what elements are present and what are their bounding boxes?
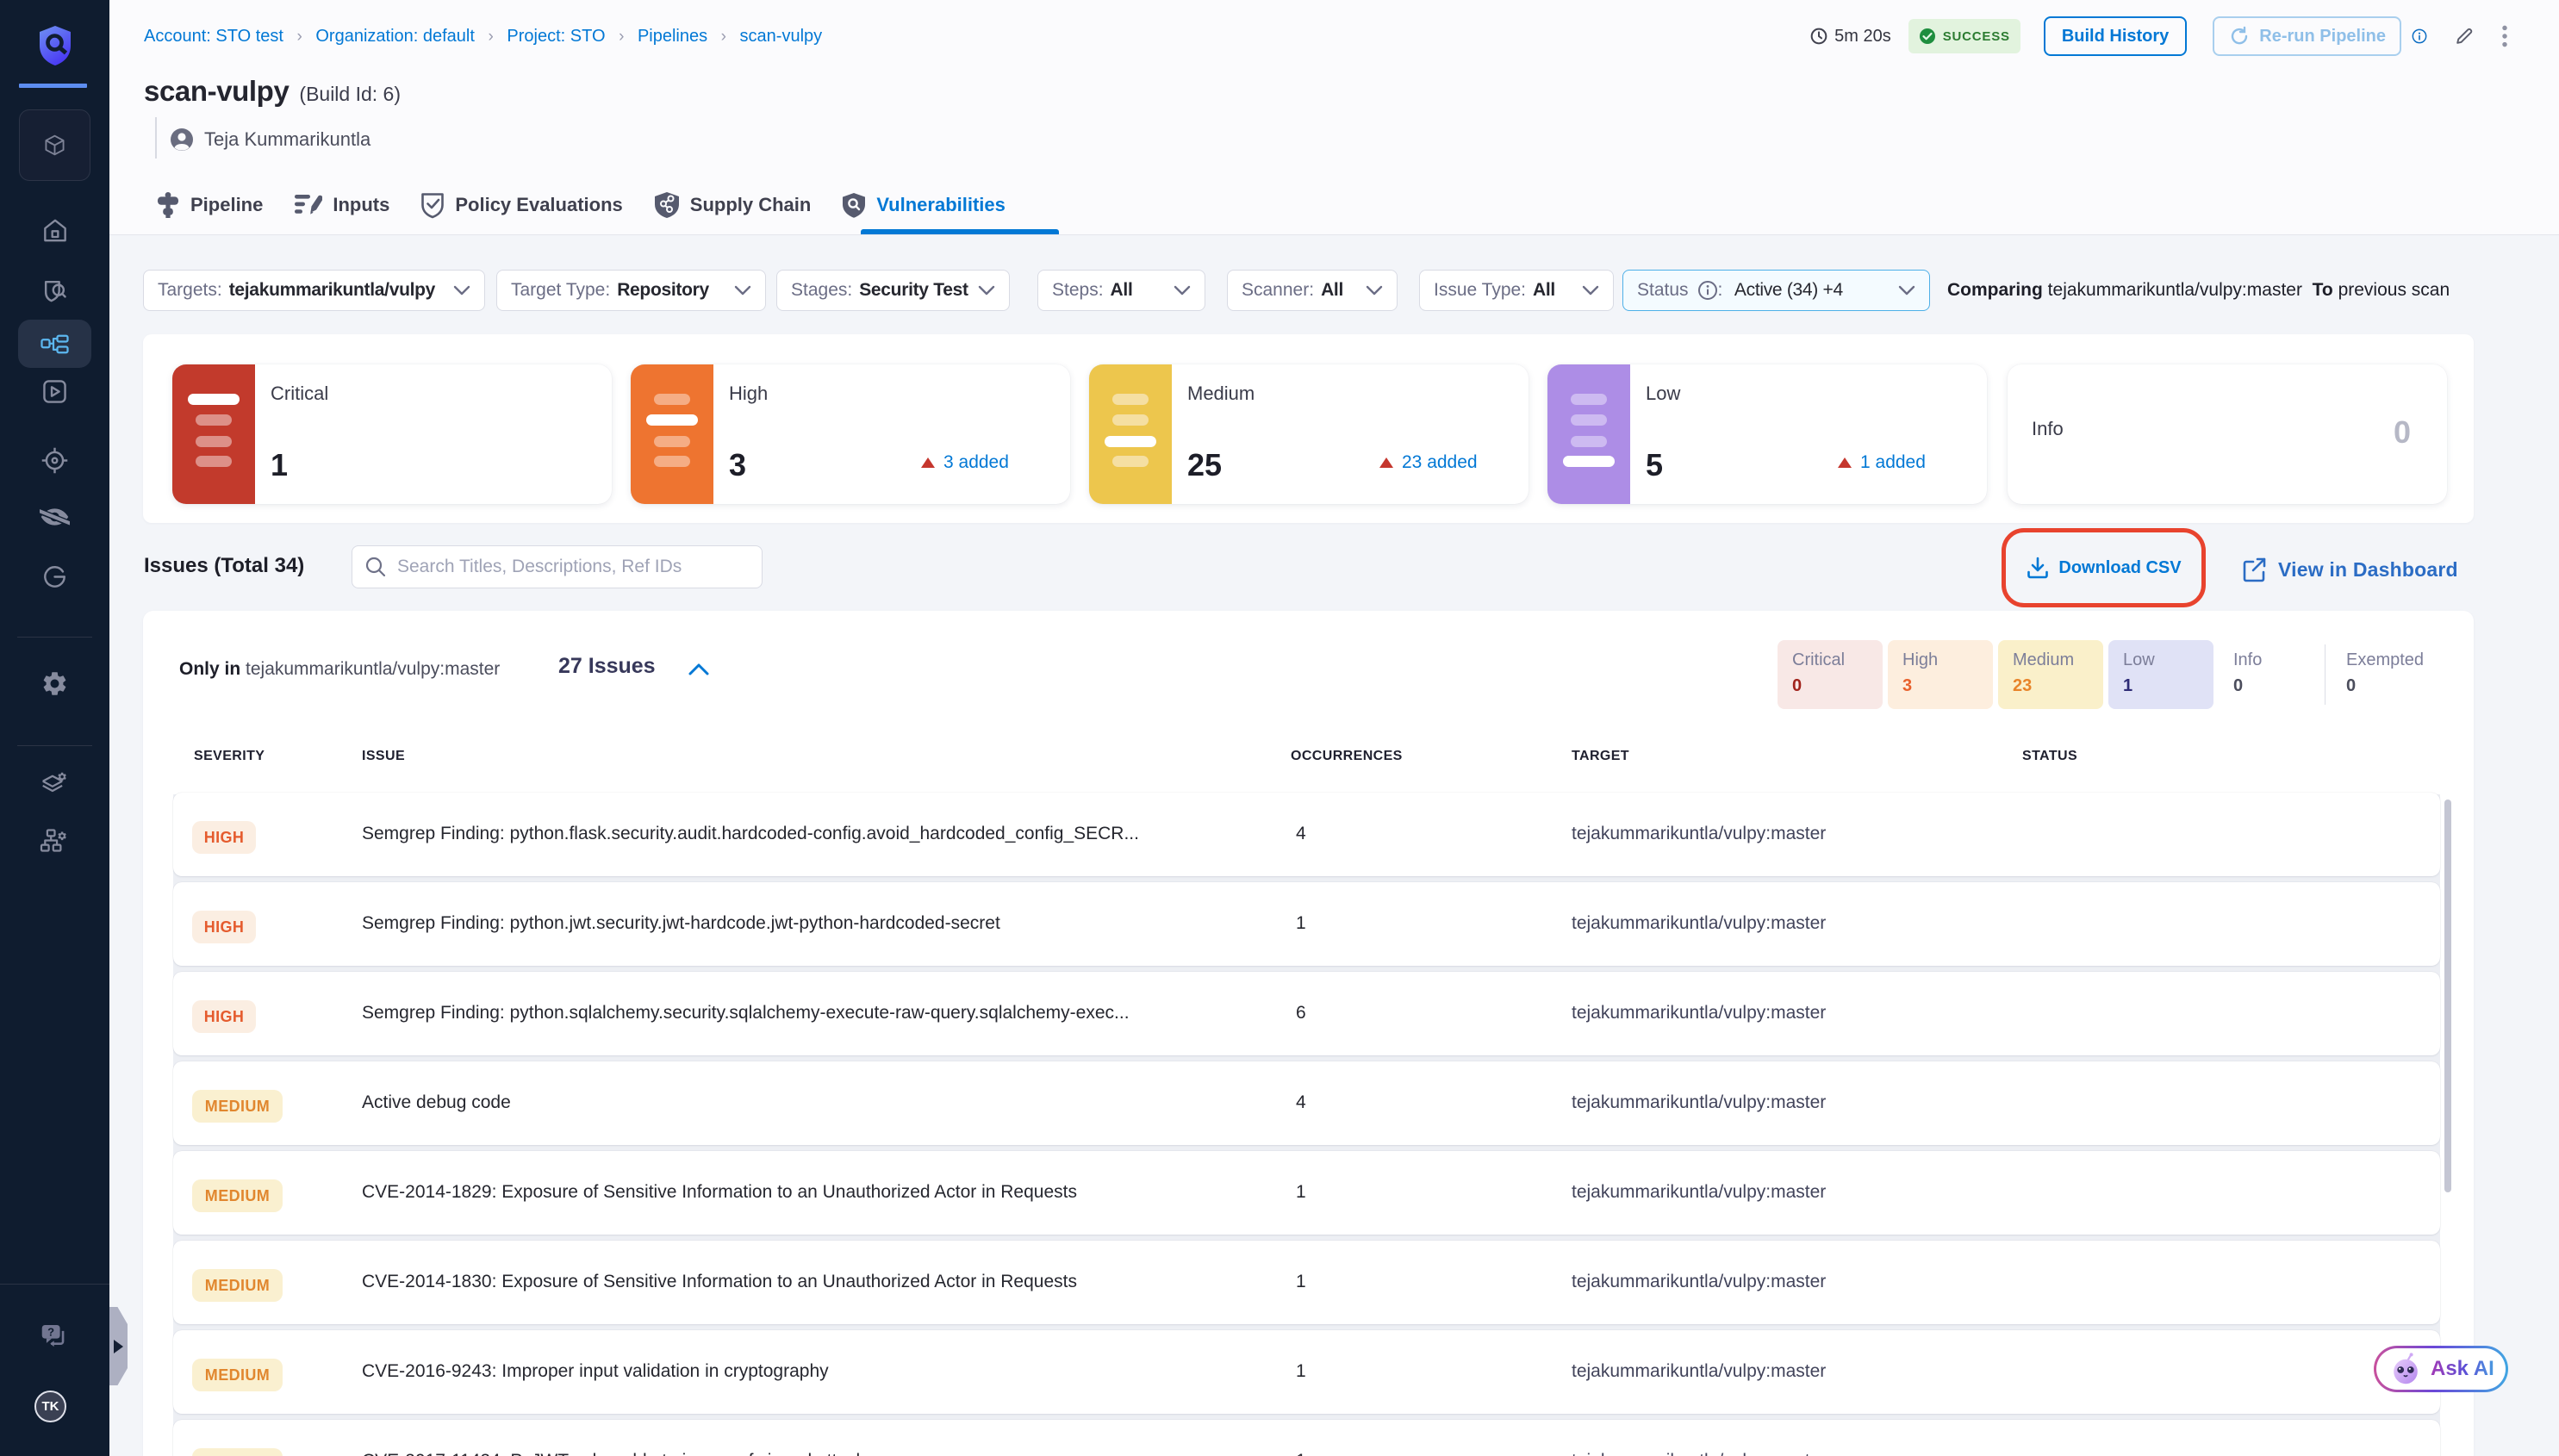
svg-text:?: ?: [47, 1326, 54, 1339]
